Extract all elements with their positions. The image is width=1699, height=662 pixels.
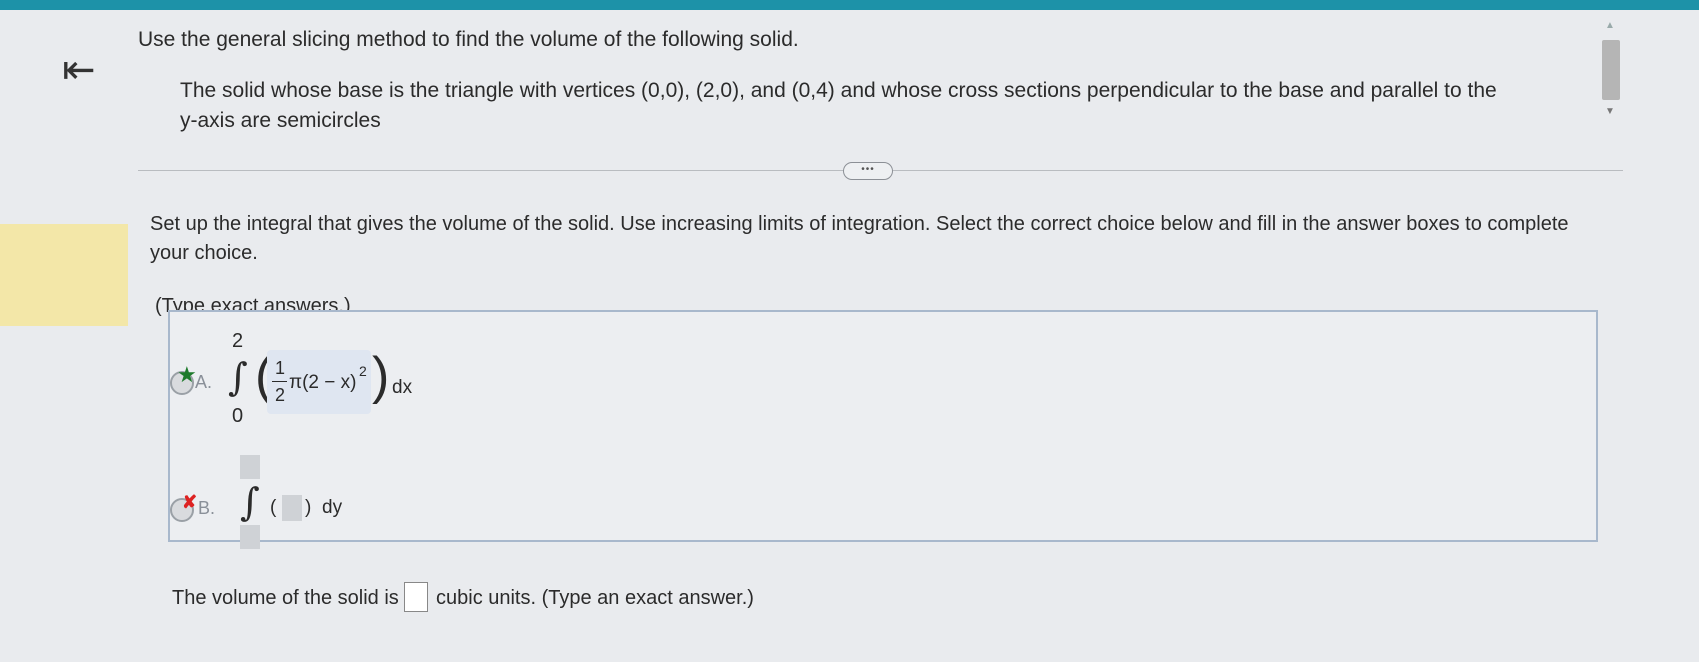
- scroll-up-icon[interactable]: ▲: [1605, 20, 1615, 31]
- volume-suffix: cubic units. (Type an exact answer.): [436, 587, 754, 609]
- volume-answer-field[interactable]: [404, 582, 428, 612]
- fraction-denominator: 2: [275, 385, 286, 405]
- choice-a-letter: A.: [195, 372, 213, 392]
- volume-prompt: The volume of the solid is: [172, 587, 399, 609]
- integral-sign: ∫: [240, 480, 260, 524]
- instruction-text: Use the general slicing method to find t…: [138, 28, 799, 51]
- problem-statement: The solid whose base is the triangle wit…: [180, 79, 1497, 132]
- problem-scrollbar[interactable]: ▲ ▼: [1600, 18, 1622, 128]
- choice-a-integrand-field[interactable]: 1 2 π(2 − x) 2: [267, 350, 371, 414]
- choice-b-differential: dy: [322, 497, 343, 518]
- incorrect-x-icon: ✘: [182, 492, 198, 512]
- top-accent-bar: [0, 0, 1699, 10]
- integrand-expression: π(2 − x): [289, 372, 357, 393]
- fraction-numerator: 1: [275, 358, 286, 378]
- choice-a-upper-limit: 2: [232, 330, 244, 352]
- choice-b-upper-limit-field[interactable]: [240, 455, 260, 479]
- answer-choices-box: [168, 310, 1598, 542]
- scroll-thumb[interactable]: [1602, 40, 1620, 100]
- choice-b-integrand-field[interactable]: [282, 495, 302, 521]
- choice-a-lower-limit: 0: [232, 405, 244, 427]
- close-paren: ): [372, 347, 390, 405]
- close-paren: ): [305, 497, 312, 518]
- fraction-bar: [272, 381, 287, 382]
- correct-star-icon: ★: [177, 362, 197, 387]
- choice-b-lower-limit-field[interactable]: [240, 525, 260, 549]
- integrand-exponent: 2: [359, 363, 367, 379]
- choice-a-differential: dx: [392, 377, 413, 398]
- open-paren: (: [270, 497, 277, 518]
- scroll-down-icon[interactable]: ▼: [1605, 106, 1615, 117]
- choice-b-letter: B.: [198, 498, 216, 518]
- question-highlight-marker: [0, 224, 128, 326]
- back-to-start-icon[interactable]: ⇤: [62, 50, 96, 90]
- integral-sign: ∫: [228, 355, 248, 399]
- setup-instruction: Set up the integral that gives the volum…: [150, 213, 1569, 264]
- expand-more-button[interactable]: •••: [843, 162, 893, 180]
